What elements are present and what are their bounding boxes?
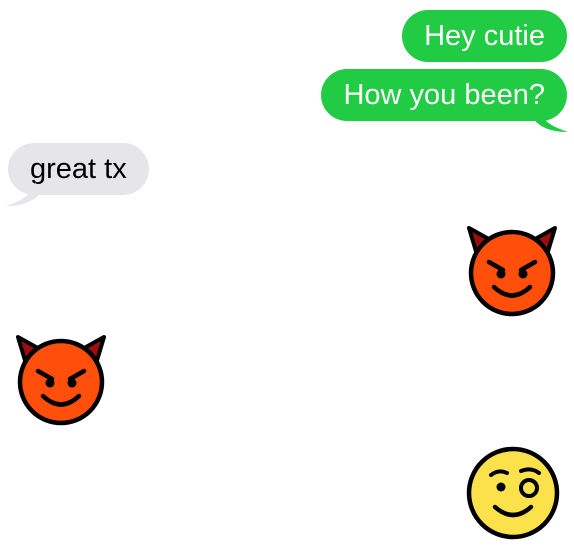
winking-face-emoji bbox=[465, 445, 561, 541]
message-text: Hey cutie bbox=[424, 20, 545, 52]
sent-message-bubble: Hey cutie bbox=[402, 10, 567, 62]
sent-bubble-tail bbox=[536, 108, 568, 132]
message-text: How you been? bbox=[343, 79, 545, 111]
sent-message-bubble: How you been? bbox=[321, 69, 567, 121]
smiling-devil-emoji bbox=[464, 222, 560, 318]
received-bubble-tail bbox=[6, 182, 38, 206]
smiling-devil-emoji bbox=[13, 331, 109, 427]
message-text: great tx bbox=[30, 153, 127, 185]
